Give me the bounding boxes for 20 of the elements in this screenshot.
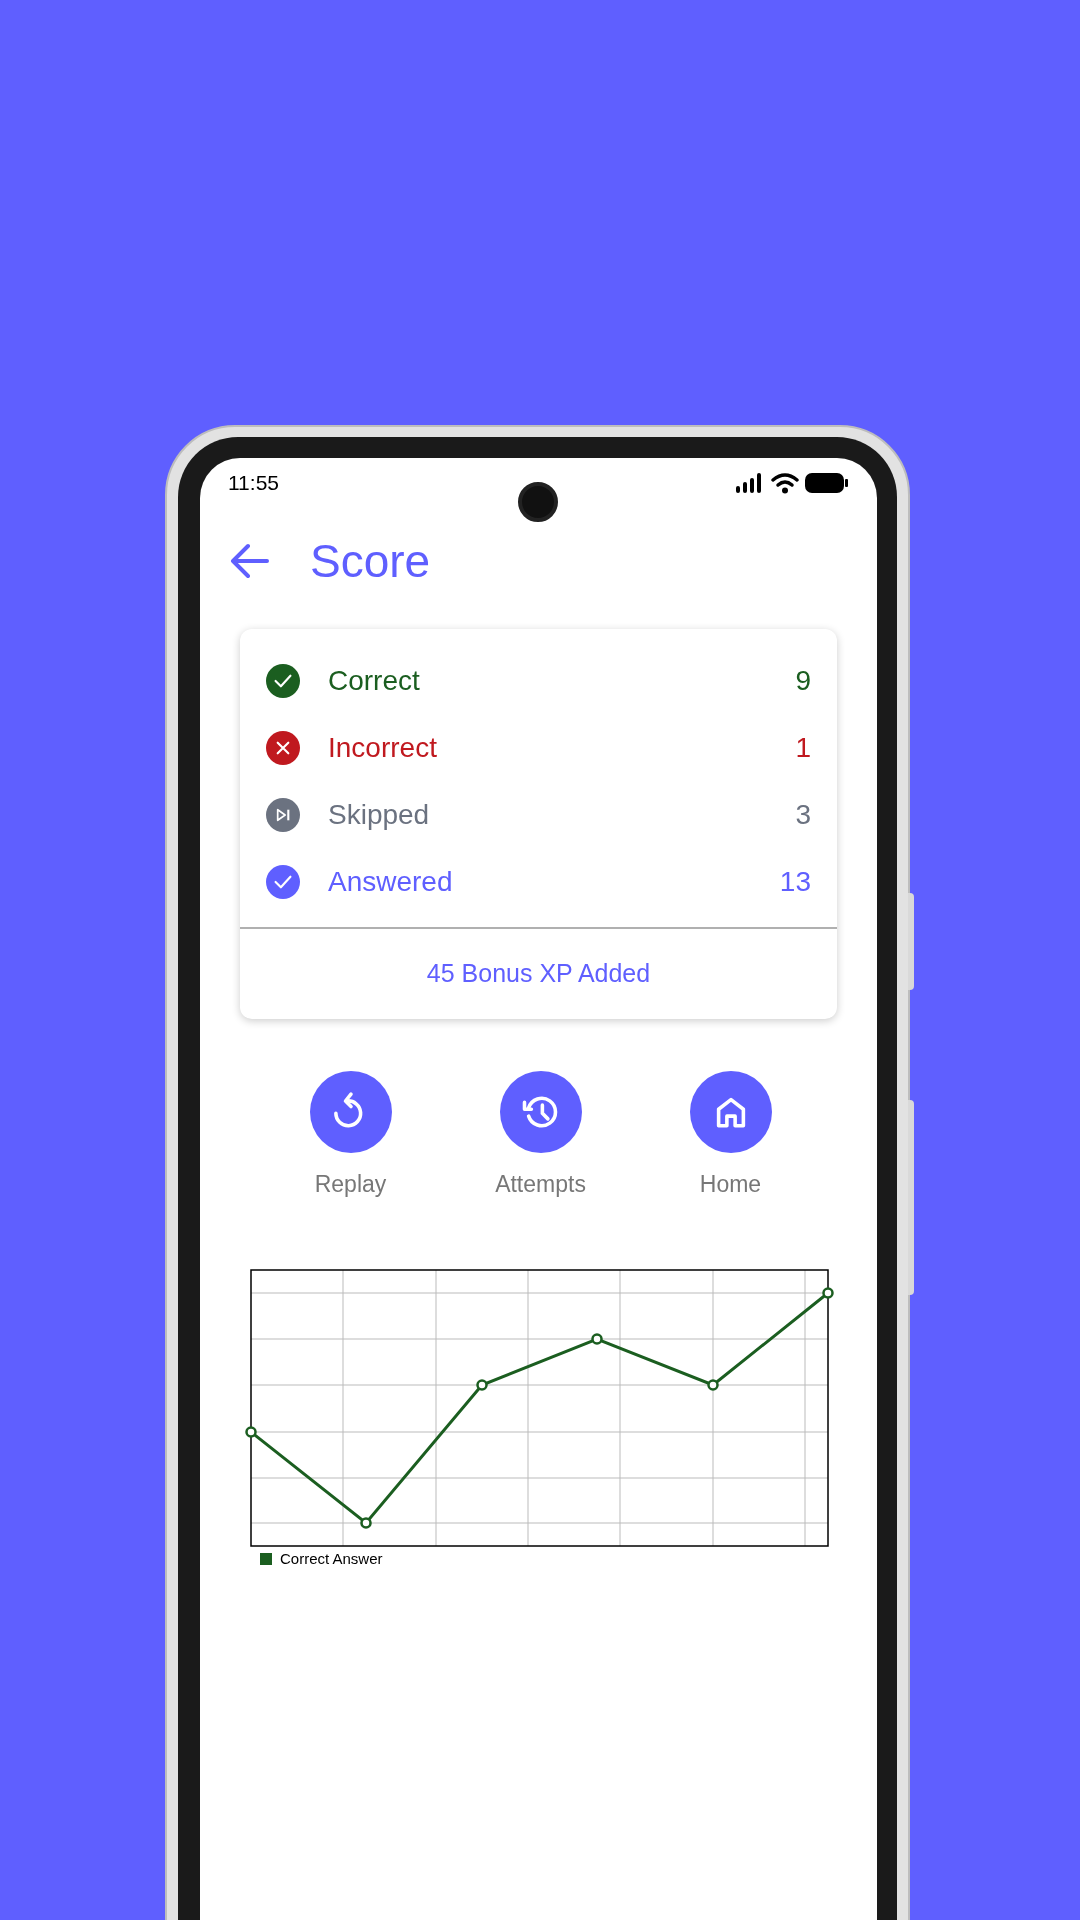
stat-label: Incorrect xyxy=(328,730,438,765)
legend-swatch xyxy=(260,1552,272,1565)
stat-label: Answered xyxy=(328,864,454,899)
stat-value: 9 xyxy=(795,663,811,698)
battery-icon xyxy=(805,472,849,494)
stat-value: 13 xyxy=(779,864,811,899)
stat-value: 1 xyxy=(795,730,811,765)
action-label: Attempts xyxy=(495,1170,586,1199)
bonus-xp-text: 45 Bonus XP Added xyxy=(426,958,651,990)
stat-label: Correct xyxy=(328,663,421,698)
wifi-icon xyxy=(771,472,799,494)
action-label: Replay xyxy=(314,1170,387,1199)
status-time: 11:55 xyxy=(228,470,279,497)
stat-value: 3 xyxy=(795,797,811,832)
screen-title: Score xyxy=(310,538,431,584)
legend-label: Correct Answer xyxy=(280,1548,383,1569)
stat-label: Skipped xyxy=(328,797,431,832)
back-arrow-icon xyxy=(230,543,270,579)
front-camera xyxy=(518,482,558,522)
action-label: Home xyxy=(699,1170,762,1199)
